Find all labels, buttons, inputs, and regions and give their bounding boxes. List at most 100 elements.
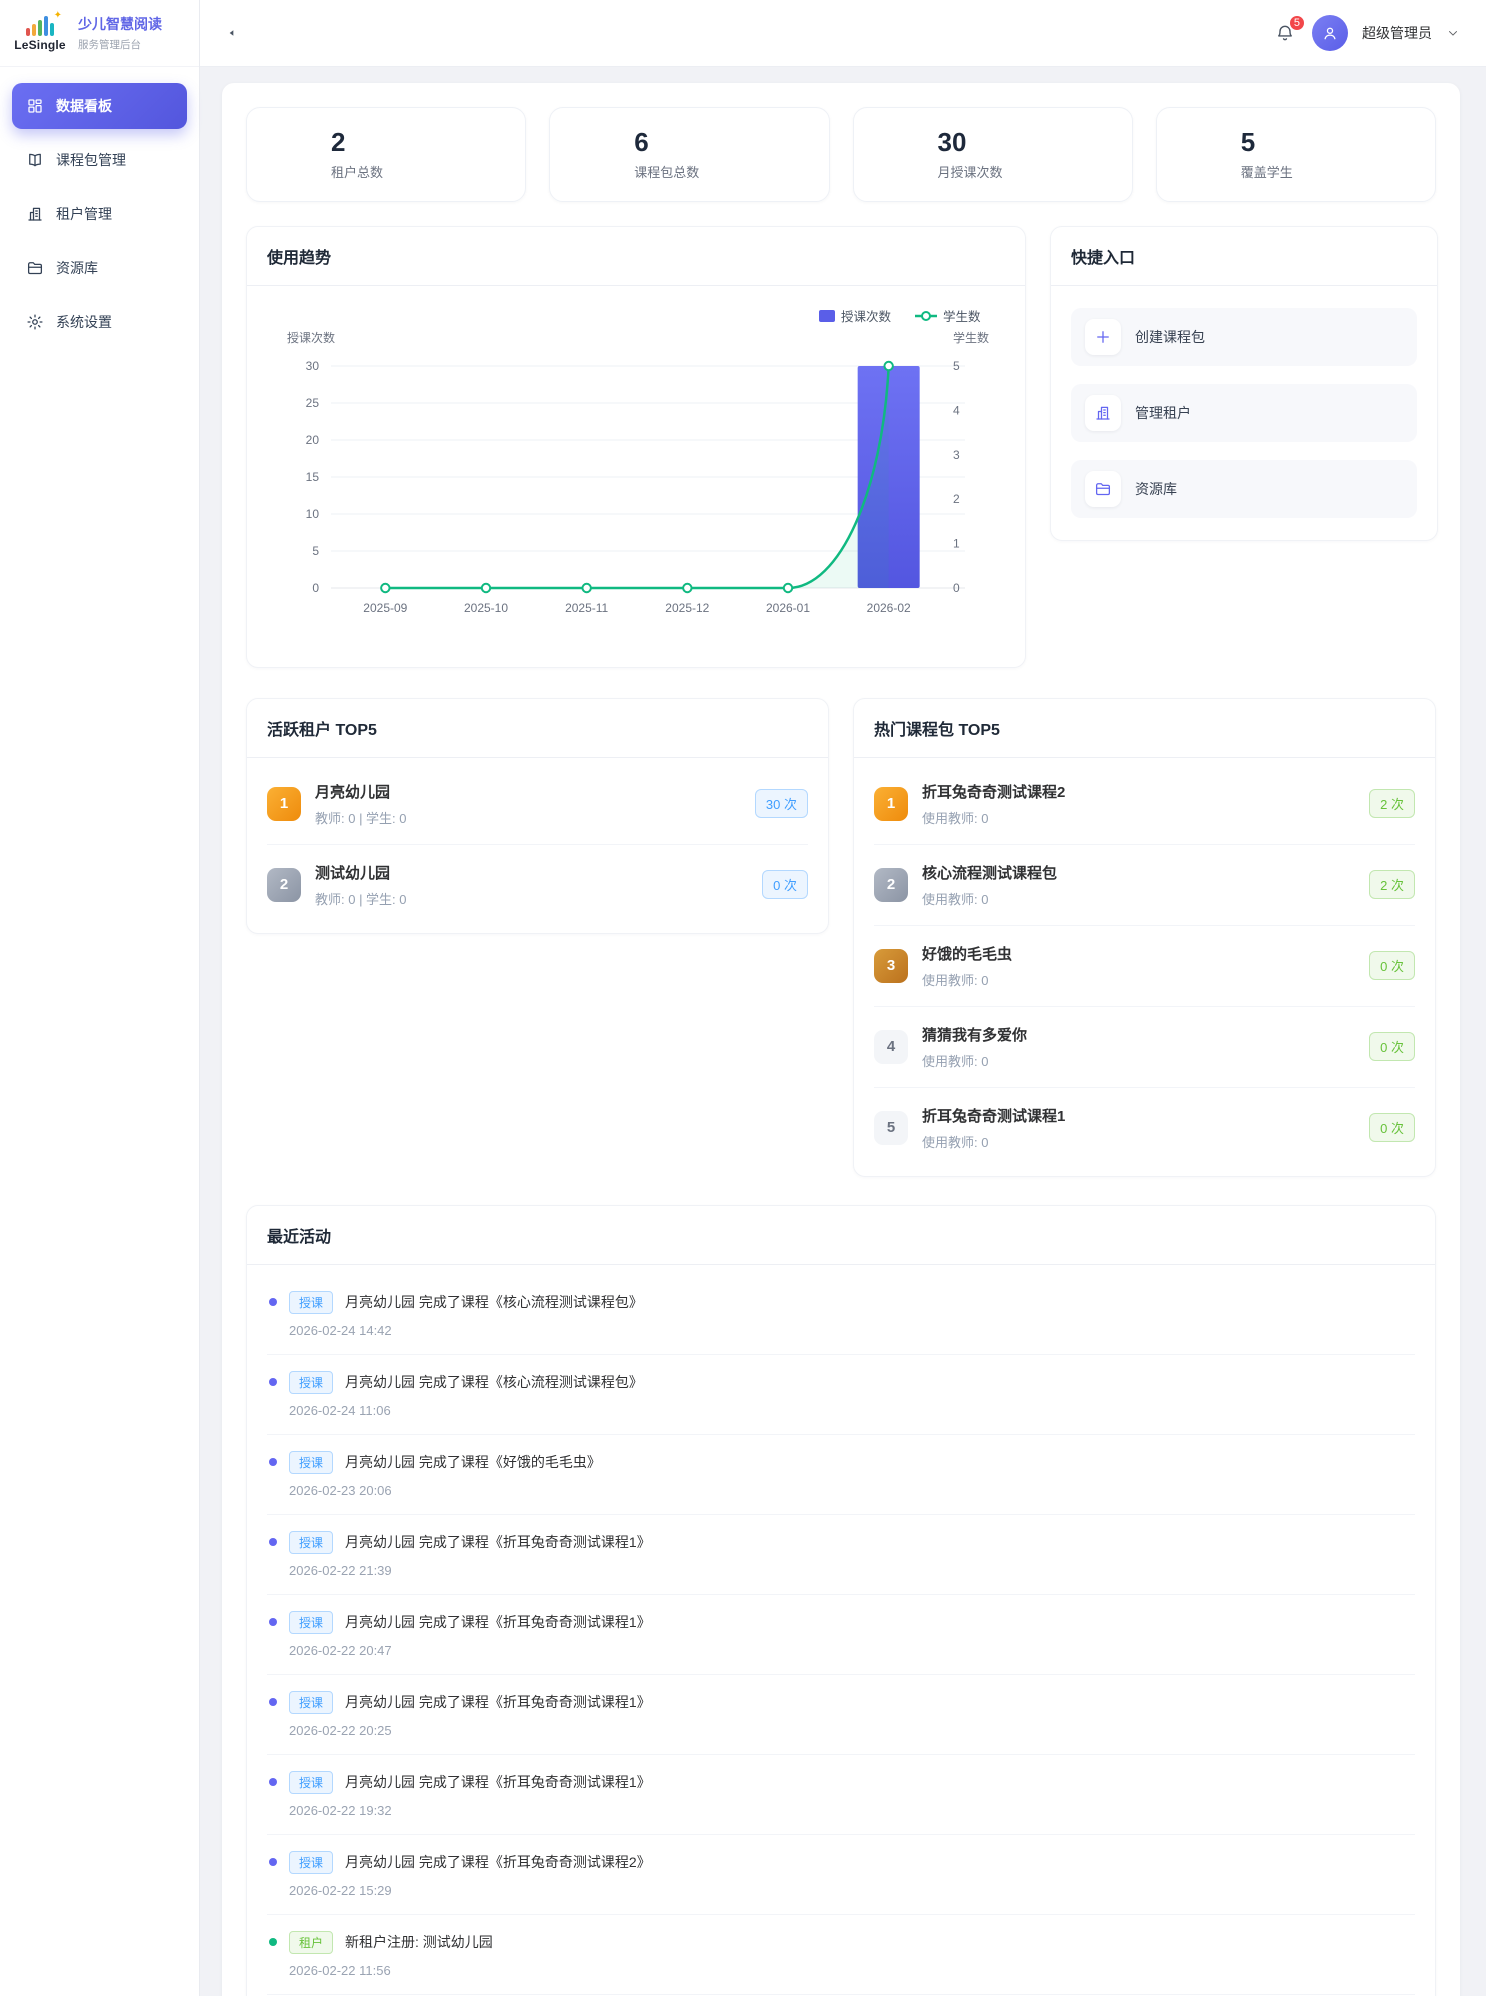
sidebar-item[interactable]: 系统设置 <box>12 299 187 345</box>
activity-type-tag: 授课 <box>289 1291 333 1314</box>
course-row: 2 核心流程测试课程包 使用教师: 0 2 次 <box>874 845 1415 926</box>
activity-type-tag: 授课 <box>289 1531 333 1554</box>
rank-badge: 1 <box>874 787 908 821</box>
course-meta: 使用教师: 0 <box>922 889 1355 908</box>
activity-row: 授课 月亮幼儿园 完成了课程《好饿的毛毛虫》 2026-02-23 20:06 <box>267 1435 1415 1515</box>
activity-row: 授课 月亮幼儿园 完成了课程《折耳兔奇奇测试课程1》 2026-02-22 21… <box>267 1515 1415 1595</box>
activity-time: 2026-02-22 21:39 <box>289 1563 1413 1578</box>
star-icon: ✦ <box>54 10 62 21</box>
sidebar-item-label: 租户管理 <box>56 204 112 224</box>
stat-value: 2 <box>331 128 383 157</box>
course-name: 核心流程测试课程包 <box>922 862 1355 883</box>
course-row: 5 折耳兔奇奇测试课程1 使用教师: 0 0 次 <box>874 1088 1415 1168</box>
stat-card: 5 覆盖学生 <box>1156 107 1436 202</box>
dashboard-icon <box>26 97 44 115</box>
hot-courses-title: 热门课程包 TOP5 <box>874 722 1000 739</box>
building-icon <box>26 205 44 223</box>
stat-label: 课程包总数 <box>634 162 699 181</box>
recent-activity-title: 最近活动 <box>267 1229 331 1246</box>
activity-dot-icon <box>269 1858 277 1866</box>
course-name: 好饿的毛毛虫 <box>922 943 1355 964</box>
tenant-meta: 教师: 0 | 学生: 0 <box>315 889 748 908</box>
legend-bar-label[interactable]: 授课次数 <box>841 309 892 324</box>
activity-text: 月亮幼儿园 完成了课程《折耳兔奇奇测试课程1》 <box>345 1532 651 1552</box>
recent-activity-panel: 最近活动 授课 月亮幼儿园 完成了课程《核心流程测试课程包》 2026-02-2… <box>246 1205 1436 1996</box>
stat-card: 6 课程包总数 <box>549 107 829 202</box>
activity-row: 授课 月亮幼儿园 完成了课程《折耳兔奇奇测试课程1》 2026-02-22 20… <box>267 1675 1415 1755</box>
activity-row: 授课 月亮幼儿园 完成了课程《核心流程测试课程包》 2026-02-24 11:… <box>267 1355 1415 1435</box>
tenant-meta: 教师: 0 | 学生: 0 <box>315 808 741 827</box>
quick-link[interactable]: 管理租户 <box>1071 384 1417 442</box>
activity-text: 月亮幼儿园 完成了课程《折耳兔奇奇测试课程1》 <box>345 1772 651 1792</box>
sidebar-item[interactable]: 租户管理 <box>12 191 187 237</box>
legend-bar-swatch[interactable] <box>819 310 835 322</box>
svg-text:3: 3 <box>953 447 960 461</box>
activity-row: 授课 月亮幼儿园 完成了课程《折耳兔奇奇测试课程1》 2026-02-22 20… <box>267 1595 1415 1675</box>
activity-text: 月亮幼儿园 完成了课程《好饿的毛毛虫》 <box>345 1452 601 1472</box>
rank-badge: 1 <box>267 787 301 821</box>
trend-chart: 051015202530012345授课次数学生数2025-092025-102… <box>271 300 1001 636</box>
folder-icon <box>1094 480 1112 498</box>
top-header: 5 超级管理员 <box>200 0 1486 67</box>
svg-text:5: 5 <box>953 359 960 373</box>
activity-dot-icon <box>269 1458 277 1466</box>
sidebar-item[interactable]: 课程包管理 <box>12 137 187 183</box>
activity-text: 月亮幼儿园 完成了课程《折耳兔奇奇测试课程2》 <box>345 1852 651 1872</box>
usage-trend-panel: 使用趋势 051015202530012345授课次数学生数2025-09202… <box>246 226 1026 668</box>
tenant-count-badge: 0 次 <box>762 870 808 899</box>
course-name: 折耳兔奇奇测试课程2 <box>922 781 1355 802</box>
stats-row: 2 租户总数 6 课程包总数 <box>246 107 1436 202</box>
notification-badge: 5 <box>1288 14 1306 32</box>
course-meta: 使用教师: 0 <box>922 808 1355 827</box>
sidebar-nav: 数据看板 课程包管理 租户管理 资源库 系统设置 <box>0 67 199 361</box>
rank-badge: 4 <box>874 1030 908 1064</box>
stat-value: 30 <box>938 128 1003 157</box>
logo-text: LeSingle <box>14 38 66 52</box>
course-count-badge: 2 次 <box>1369 870 1415 899</box>
sidebar-item[interactable]: 数据看板 <box>12 83 187 129</box>
quick-link[interactable]: 创建课程包 <box>1071 308 1417 366</box>
main-content: 2 租户总数 6 课程包总数 <box>200 67 1486 1996</box>
quick-link-label: 创建课程包 <box>1135 327 1205 347</box>
lesingle-logo-icon: ✦ LeSingle <box>12 14 68 52</box>
activity-dot-icon <box>269 1938 277 1946</box>
course-meta: 使用教师: 0 <box>922 1051 1355 1070</box>
activity-dot-icon <box>269 1778 277 1786</box>
legend-line-label[interactable]: 学生数 <box>943 309 981 324</box>
avatar[interactable] <box>1312 15 1348 51</box>
stat-label: 月授课次数 <box>938 162 1003 181</box>
legend-line-marker[interactable] <box>922 312 930 320</box>
svg-text:10: 10 <box>306 507 320 521</box>
course-count-badge: 2 次 <box>1369 789 1415 818</box>
quick-link[interactable]: 资源库 <box>1071 460 1417 518</box>
chevron-down-icon[interactable] <box>1446 26 1460 40</box>
stat-value: 5 <box>1241 128 1293 157</box>
sidebar: ✦ LeSingle 少儿智慧阅读 服务管理后台 数据看板 课程包管理 租户管理 <box>0 0 200 1996</box>
user-icon <box>1321 24 1339 42</box>
svg-text:2026-01: 2026-01 <box>766 601 810 615</box>
plus-icon <box>1094 328 1112 346</box>
sidebar-collapse-icon[interactable] <box>226 22 248 44</box>
activity-time: 2026-02-23 20:06 <box>289 1483 1413 1498</box>
svg-text:2025-11: 2025-11 <box>565 601 608 615</box>
course-count-badge: 0 次 <box>1369 1113 1415 1142</box>
activity-type-tag: 授课 <box>289 1851 333 1874</box>
activity-dot-icon <box>269 1378 277 1386</box>
activity-row: 授课 月亮幼儿园 完成了课程《折耳兔奇奇测试课程2》 2026-02-22 15… <box>267 1835 1415 1915</box>
quick-link-label: 管理租户 <box>1135 403 1191 423</box>
notifications-button[interactable]: 5 <box>1272 20 1298 46</box>
svg-text:20: 20 <box>306 433 320 447</box>
activity-type-tag: 授课 <box>289 1371 333 1394</box>
activity-text: 月亮幼儿园 完成了课程《核心流程测试课程包》 <box>345 1372 643 1392</box>
activity-time: 2026-02-22 15:29 <box>289 1883 1413 1898</box>
rank-badge: 2 <box>267 868 301 902</box>
svg-text:5: 5 <box>312 544 319 558</box>
user-menu[interactable]: 超级管理员 <box>1362 23 1432 43</box>
svg-text:15: 15 <box>306 470 320 484</box>
activity-type-tag: 授课 <box>289 1451 333 1474</box>
sidebar-item[interactable]: 资源库 <box>12 245 187 291</box>
active-tenants-panel: 活跃租户 TOP5 1 月亮幼儿园 教师: 0 | 学生: 0 30 次 <box>246 698 829 934</box>
svg-text:4: 4 <box>953 403 960 417</box>
activity-text: 月亮幼儿园 完成了课程《核心流程测试课程包》 <box>345 1292 643 1312</box>
app-title: 少儿智慧阅读 <box>78 14 162 34</box>
